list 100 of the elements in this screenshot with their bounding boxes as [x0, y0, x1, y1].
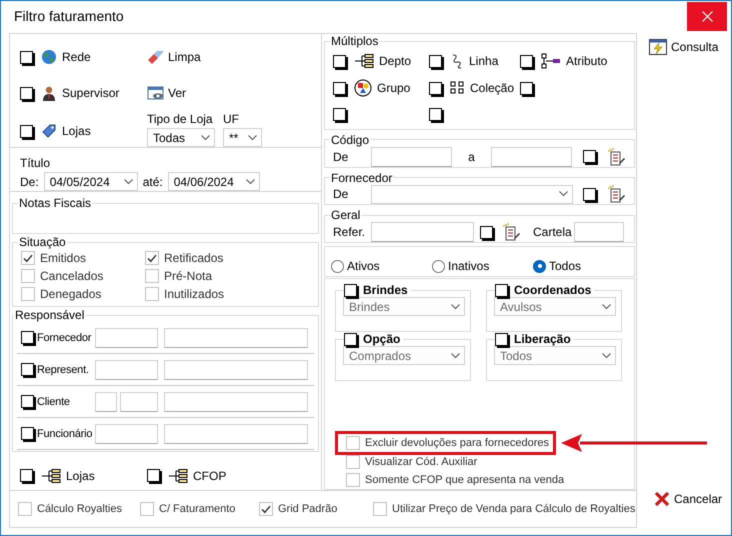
notepad-pencil-icon: [608, 185, 626, 204]
group-title: Fornecedor: [330, 170, 394, 185]
checkbox-label: Funcionário: [37, 428, 94, 440]
clear-button[interactable]: Limpa: [147, 50, 279, 64]
group-title: Situação: [18, 235, 67, 249]
checkbox[interactable]: [520, 82, 533, 94]
dropdown[interactable]: Comprados: [343, 346, 465, 365]
radio-label: Inativos: [448, 259, 490, 273]
checkbox-label: Excluir devoluções para fornecedores: [365, 437, 550, 449]
field-label: Tipo de Loja: [147, 112, 214, 126]
window-title: Filtro faturamento: [14, 8, 124, 24]
checkbox[interactable]: [21, 395, 34, 408]
field-label: Refer.: [333, 225, 366, 240]
checkbox[interactable]: [333, 54, 346, 68]
chevron-icon: [451, 352, 460, 358]
checkbox[interactable]: [333, 108, 346, 120]
checkbox[interactable]: [495, 332, 508, 346]
checkbox[interactable]: [21, 427, 34, 440]
checkbox[interactable]: [147, 469, 160, 482]
query-button[interactable]: Consulta: [649, 39, 718, 55]
checkbox-label: Emitidos: [40, 251, 86, 265]
checkbox-label: Supervisor: [62, 86, 120, 100]
input-field[interactable]: [94, 360, 158, 380]
checkbox[interactable]: [20, 124, 33, 138]
notepad-pencil-icon: [608, 148, 626, 166]
input-field[interactable]: [94, 424, 158, 444]
checkbox-label: Cliente: [37, 396, 71, 408]
checkbox[interactable]: [344, 284, 357, 296]
dropdown[interactable]: Todas: [147, 128, 215, 147]
field-label: Cartela: [533, 225, 572, 240]
checkbox-label: C/ Faturamento: [159, 503, 236, 515]
eraser-icon: [147, 50, 165, 64]
field-label: até:: [142, 174, 163, 188]
chevron-icon: [248, 134, 257, 140]
radio-button[interactable]: [533, 260, 546, 272]
input-field[interactable]: [370, 146, 452, 167]
checkbox-label: Utilizar Preço de Venda para Cálculo de Royalties: [392, 503, 636, 515]
checkbox-label: Coleção: [470, 81, 514, 95]
close-button[interactable]: [687, 2, 727, 30]
checkbox[interactable]: [20, 86, 33, 100]
chevron-icon: [124, 178, 133, 184]
group-title: Liberação: [514, 332, 571, 346]
dropdown[interactable]: Brindes: [343, 297, 465, 316]
input-field[interactable]: [164, 328, 308, 348]
checkbox-label: Visualizar Cód. Auxiliar: [365, 456, 478, 468]
input-field[interactable]: [164, 424, 308, 444]
input-field[interactable]: [574, 222, 624, 242]
checkbox[interactable]: [21, 331, 34, 344]
checkbox[interactable]: [495, 284, 508, 296]
dropdown[interactable]: Avulsos: [494, 297, 616, 316]
shapes-icon: [354, 79, 372, 97]
checkbox[interactable]: [583, 150, 596, 164]
checkbox-label: Grid Padrão: [278, 503, 338, 515]
checkbox-label: Retificados: [164, 251, 224, 265]
input-field[interactable]: [120, 392, 158, 412]
group-title: Responsável: [14, 308, 86, 322]
field-label: a: [467, 150, 476, 164]
checkbox-label: Represent.: [37, 364, 90, 376]
group-title: Geral: [330, 208, 362, 222]
dropdown[interactable]: 04/05/2024: [44, 172, 138, 191]
input-field[interactable]: [371, 222, 474, 242]
checkbox[interactable]: [429, 108, 442, 120]
grid-icon: [450, 81, 465, 95]
group-title: Código: [330, 132, 370, 147]
checkbox-label: CFOP: [193, 468, 226, 482]
dropdown[interactable]: 04/06/2024: [168, 172, 260, 191]
checkbox-label: Cálculo Royalties: [37, 503, 122, 515]
checkbox-label: Denegados: [40, 287, 102, 301]
squiggle-icon: [450, 53, 464, 69]
tag-icon: [41, 123, 57, 139]
input-field[interactable]: [94, 392, 118, 412]
checkbox[interactable]: [429, 82, 442, 94]
checkbox[interactable]: [20, 469, 33, 482]
radio-button[interactable]: [432, 260, 445, 272]
radio-button[interactable]: [331, 260, 344, 272]
cancel-button[interactable]: Cancelar: [654, 491, 722, 507]
globe-icon: [41, 49, 57, 65]
checkbox[interactable]: [344, 332, 357, 346]
input-field[interactable]: [94, 328, 158, 348]
chevron-icon: [201, 134, 210, 140]
field-label: De: [333, 150, 350, 164]
view-button[interactable]: Ver: [147, 85, 279, 101]
cancel-icon: [654, 491, 670, 507]
input-field[interactable]: [491, 146, 572, 167]
checkbox[interactable]: [333, 82, 346, 94]
input-field[interactable]: [164, 392, 308, 412]
hierarchy-icon: [41, 468, 61, 482]
checkbox[interactable]: [480, 226, 493, 239]
section-title: Título: [20, 156, 52, 170]
field-label: UF: [223, 112, 240, 126]
checkbox[interactable]: [520, 54, 533, 68]
checkbox[interactable]: [21, 363, 34, 376]
dropdown[interactable]: Todos: [494, 346, 616, 365]
checkbox-label: Lojas: [62, 124, 91, 138]
dropdown[interactable]: **: [223, 128, 262, 147]
input-field[interactable]: [164, 360, 308, 380]
checkbox[interactable]: [429, 54, 442, 68]
group-title: Notas Fiscais: [18, 196, 92, 210]
checkbox[interactable]: [20, 50, 33, 64]
checkbox[interactable]: [583, 188, 596, 201]
